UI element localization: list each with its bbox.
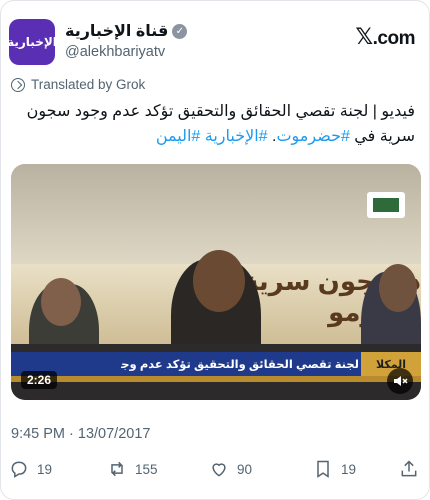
channel-logo-icon [367,192,405,218]
repost-icon [111,461,123,477]
translated-by-grok[interactable]: Translated by Grok [11,77,145,92]
grok-icon [11,77,25,92]
share-button[interactable] [399,459,419,479]
reply-count: 19 [37,461,53,477]
hashtag-hadramout[interactable]: #حضرموت [276,128,349,145]
hashtag-yemen[interactable]: #اليمن [156,128,200,145]
video-player[interactable]: د سجون سرية في حضرمو لجنة تقصي الحقائق و… [11,164,421,400]
author-block[interactable]: قناة الإخبارية ✓ @alekhbariyatv [65,21,188,60]
avatar[interactable]: الإخبارية [7,19,57,65]
x-logo-icon: 𝕏 [355,24,373,49]
tweet-header: الإخبارية قناة الإخبارية ✓ @alekhbariyat… [7,19,416,65]
ticker-text: لجنة تقصي الحقائق والتحقيق تؤكد عدم وجود… [121,359,359,371]
bookmark-icon [317,460,329,478]
hashtag-alekhbariya[interactable]: #الإخبارية [205,128,268,145]
repost-button[interactable]: 155 [107,459,158,479]
x-logo[interactable]: 𝕏.com [355,24,415,50]
reply-icon [11,461,27,478]
translated-label: Translated by Grok [31,77,146,92]
ticker-bar [11,376,421,382]
like-button[interactable]: 90 [209,459,252,479]
avatar-text: الإخبارية [7,35,57,49]
author-name[interactable]: قناة الإخبارية [65,21,168,41]
verified-badge-icon: ✓ [172,23,188,39]
speaker-muted-icon [394,376,408,386]
video-duration: 2:26 [21,371,58,389]
share-icon [401,460,417,477]
video-person-left-head [41,278,81,326]
x-logo-text: .com [372,28,416,49]
like-count: 90 [237,461,253,477]
tweet-text: فيديو | لجنة تقصي الحقائق والتحقيق تؤكد … [15,99,415,149]
bookmark-count: 19 [341,461,357,477]
mute-button[interactable] [387,368,413,394]
action-bar: 19 155 90 19 [9,459,419,479]
video-background [11,164,421,264]
reply-button[interactable]: 19 [9,459,52,479]
bookmark-button[interactable]: 19 [313,459,356,479]
news-ticker: لجنة تقصي الحقائق والتحقيق تؤكد عدم وجود… [11,352,421,376]
heart-icon [212,463,226,477]
repost-count: 155 [135,461,158,477]
tweet-timestamp[interactable]: 9:45 PM · 13/07/2017 [11,426,150,442]
video-speaker-head [193,250,245,312]
author-handle[interactable]: @alekhbariyatv [65,44,187,60]
tweet-card: الإخبارية قناة الإخبارية ✓ @alekhbariyat… [0,0,430,500]
video-person-right-head [379,264,417,312]
